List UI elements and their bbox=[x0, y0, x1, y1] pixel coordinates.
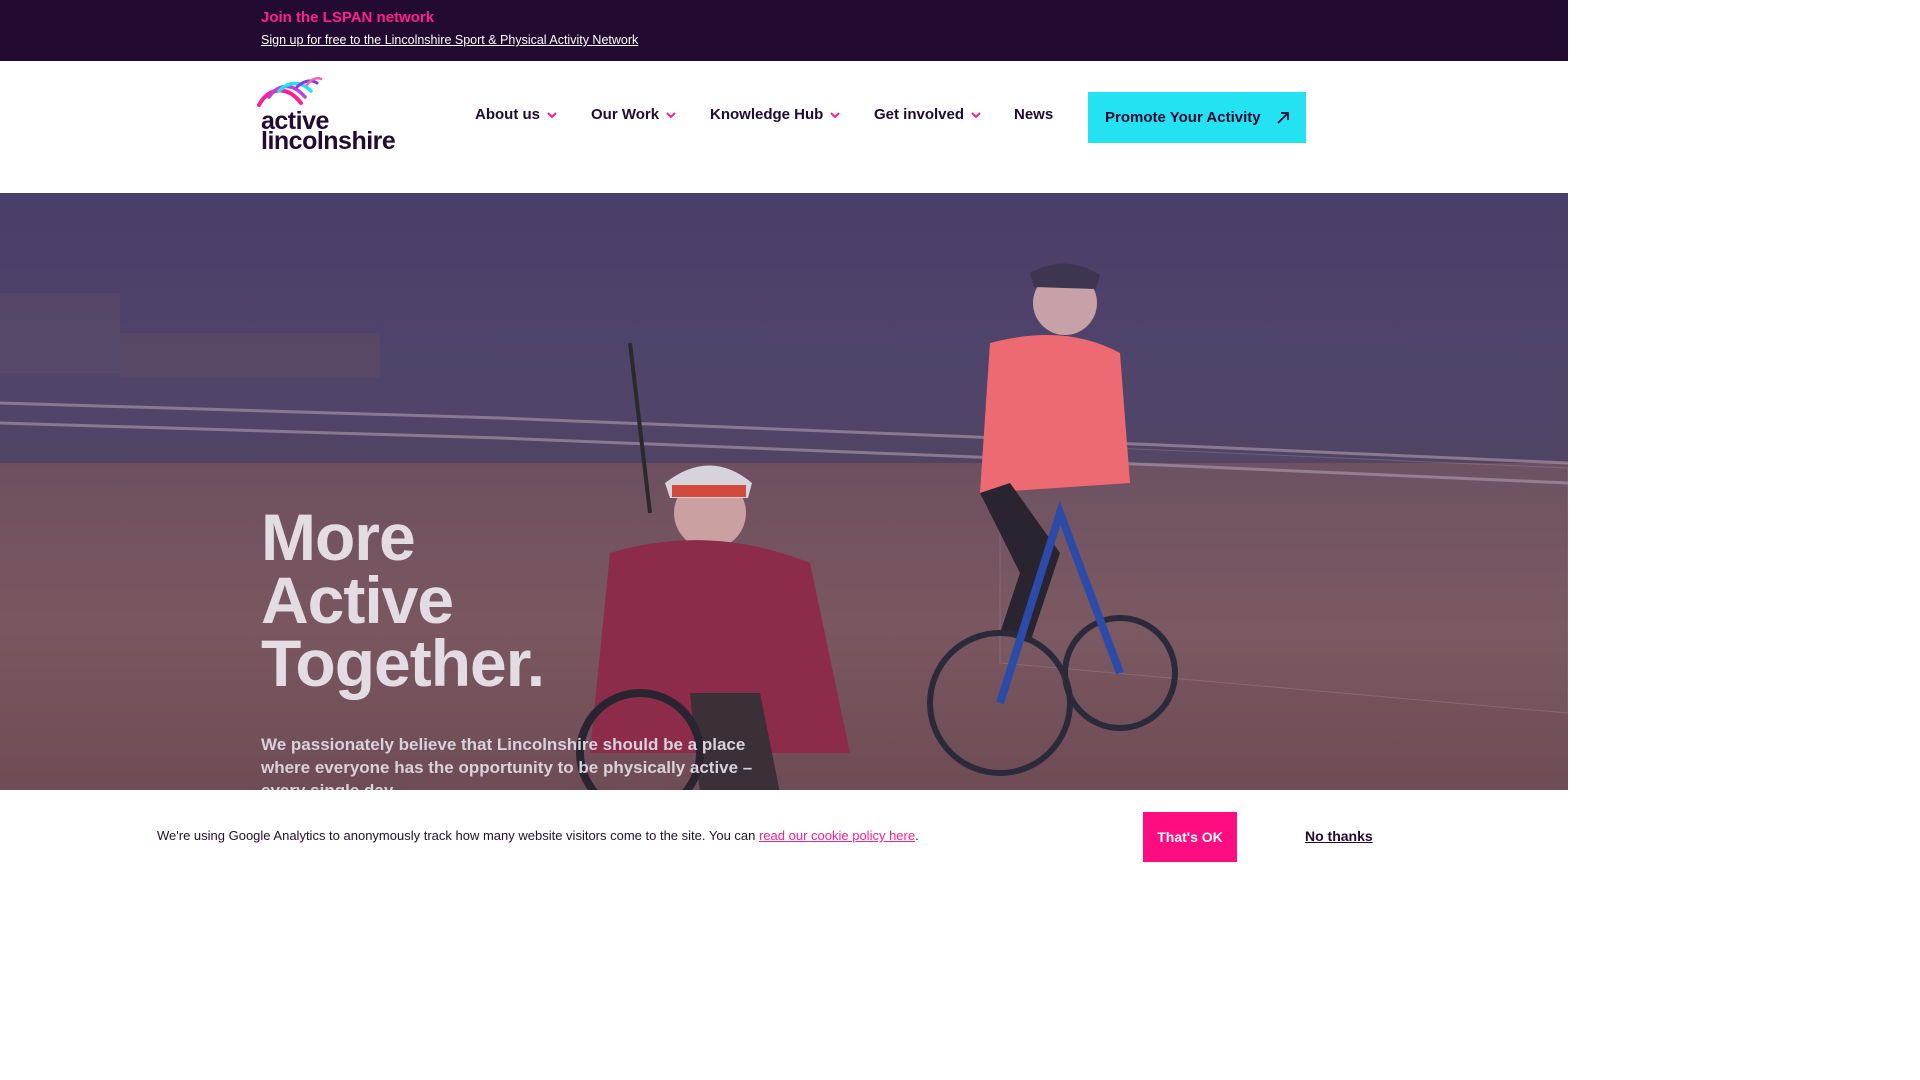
nav-item-label: Knowledge Hub bbox=[710, 106, 824, 123]
promote-your-activity-button[interactable]: Promote Your Activity bbox=[1088, 92, 1306, 143]
announcement-signup-link[interactable]: Sign up for free to the Lincolnshire Spo… bbox=[261, 33, 638, 47]
nav-item-get-involved[interactable]: Get involved bbox=[874, 106, 982, 123]
nav-item-about-us[interactable]: About us bbox=[475, 106, 558, 123]
announcement-title: Join the LSPAN network bbox=[261, 9, 435, 26]
arrow-up-right-icon bbox=[1276, 111, 1289, 124]
announcement-bar: Join the LSPAN network Sign up for free … bbox=[0, 0, 1568, 61]
decline-cookies-button[interactable]: No thanks bbox=[1305, 828, 1373, 844]
logo-text-lincolnshire: lincolnshire bbox=[261, 127, 396, 155]
hero-description: We passionately believe that Lincolnshir… bbox=[261, 735, 753, 793]
accept-cookies-button[interactable]: That's OK bbox=[1143, 812, 1237, 862]
nav-item-news[interactable]: News bbox=[1014, 106, 1053, 123]
cookie-consent-bar: We're using Google Analytics to anonymou… bbox=[0, 790, 1568, 882]
hero-title-line: Active bbox=[261, 563, 454, 637]
cookie-message: We're using Google Analytics to anonymou… bbox=[157, 828, 919, 843]
nav-item-label: Our Work bbox=[591, 106, 660, 123]
swoosh-logo-icon bbox=[257, 77, 323, 107]
cookie-policy-link[interactable]: read our cookie policy here bbox=[759, 828, 915, 843]
chevron-down-icon bbox=[666, 111, 676, 118]
hero-photo-cyclists bbox=[0, 263, 1568, 793]
site-header: active lincolnshire About us Our Work Kn… bbox=[0, 61, 1568, 193]
chevron-down-icon bbox=[971, 111, 981, 118]
nav-item-knowledge-hub[interactable]: Knowledge Hub bbox=[710, 106, 841, 123]
hero-section: More Active Together. We passionately be… bbox=[0, 193, 1568, 793]
nav-item-label: News bbox=[1014, 106, 1054, 123]
cookie-message-text: We're using Google Analytics to anonymou… bbox=[157, 828, 759, 843]
site-logo[interactable]: active lincolnshire bbox=[257, 77, 407, 155]
hero-title-line: Together. bbox=[261, 626, 545, 700]
chevron-down-icon bbox=[547, 111, 557, 118]
chevron-down-icon bbox=[830, 111, 841, 118]
nav-item-label: About us bbox=[475, 106, 540, 123]
cookie-message-suffix: . bbox=[915, 828, 919, 843]
nav-item-our-work[interactable]: Our Work bbox=[591, 106, 677, 123]
nav-item-label: Get involved bbox=[874, 106, 965, 123]
promote-button-label: Promote Your Activity bbox=[1105, 109, 1261, 126]
hero-title: More Active Together. bbox=[261, 500, 861, 700]
hero-title-line: More bbox=[261, 500, 416, 574]
